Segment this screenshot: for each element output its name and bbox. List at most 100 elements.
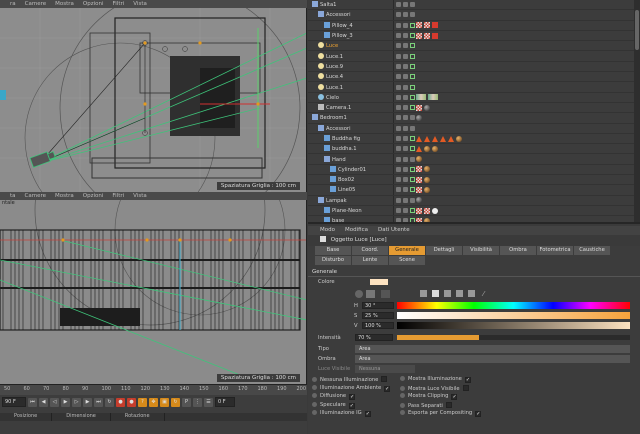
render-dot-icon[interactable] [403, 22, 408, 28]
editor-dot-icon[interactable] [396, 197, 401, 203]
visibility-flags[interactable] [396, 63, 415, 69]
object-row[interactable]: Box02 [308, 175, 640, 186]
record-icon[interactable]: ● [116, 397, 125, 407]
visibility-flags[interactable] [396, 187, 415, 193]
sph-tag-icon[interactable] [424, 186, 430, 193]
timeline-ruler[interactable]: 50 60 70 80 90 100 110 120 130 140 150 160 170 180 190… [0, 385, 307, 395]
tab-fotometrica[interactable]: Fotometrica [537, 246, 573, 255]
object-row[interactable]: Luce.1 [308, 82, 640, 93]
hue-field[interactable]: 30 ° [362, 302, 394, 309]
tab-visibilit[interactable]: Visibilità [463, 246, 499, 255]
coord-tab-rotation[interactable]: Rotazione [111, 413, 165, 421]
tab-caustiche[interactable]: Caustiche [574, 246, 610, 255]
keyframe-dot-icon[interactable] [400, 385, 405, 391]
render-dot-icon[interactable] [403, 12, 408, 18]
intensity-field[interactable]: 70 % [355, 334, 393, 341]
frame-start-field[interactable]: 90 F [2, 397, 26, 407]
image-icon[interactable] [381, 290, 390, 298]
move-key-icon[interactable]: ✥ [149, 397, 158, 407]
object-row[interactable]: Line05 [308, 185, 640, 196]
enable-check-icon[interactable] [410, 2, 415, 8]
value-field[interactable]: 100 % [362, 322, 394, 329]
editor-dot-icon[interactable] [396, 63, 401, 69]
red-tag-icon[interactable] [432, 32, 438, 39]
render-dot-icon[interactable] [403, 33, 408, 39]
play-icon[interactable]: ▶ [61, 397, 70, 407]
object-row[interactable]: Pillow_3 [308, 31, 640, 42]
visibility-flags[interactable] [396, 166, 415, 172]
menu-item[interactable]: Mostra [55, 192, 74, 200]
check-tag-icon[interactable] [416, 104, 422, 111]
enable-check-icon[interactable] [410, 53, 415, 59]
object-row[interactable]: Lampak [308, 196, 640, 206]
editor-dot-icon[interactable] [396, 187, 401, 193]
intensity-slider[interactable] [397, 335, 630, 340]
keyframe-dot-icon[interactable] [400, 410, 405, 415]
prev-key-icon[interactable]: ◀ [39, 397, 48, 407]
menu-item[interactable]: Vista [133, 192, 147, 200]
option-checkbox[interactable]: ✓ [451, 394, 458, 400]
option-checkbox[interactable]: ✓ [384, 385, 391, 392]
object-row[interactable]: Luce.9 [308, 62, 640, 73]
object-row[interactable]: Plane-Neon [308, 206, 640, 217]
visibility-flags[interactable] [396, 2, 415, 8]
render-dot-icon[interactable] [403, 94, 408, 100]
menu-modifica[interactable]: Modifica [345, 226, 368, 235]
enable-check-icon[interactable] [410, 33, 415, 39]
grid-icon[interactable]: ⋮ [193, 397, 202, 407]
tri-tag-icon[interactable] [416, 145, 422, 152]
check-tag-icon[interactable] [416, 186, 422, 193]
option-checkbox[interactable] [462, 384, 469, 391]
check-tag-icon[interactable] [416, 217, 422, 222]
object-row[interactable]: Cielo [308, 93, 640, 103]
color-swatch[interactable] [370, 279, 388, 285]
object-row[interactable]: Camera.1 [308, 103, 640, 114]
sph-tag-icon[interactable] [416, 156, 422, 163]
editor-dot-icon[interactable] [396, 94, 401, 100]
menu-item[interactable]: Opzioni [83, 0, 104, 8]
option-checkbox[interactable] [445, 401, 452, 408]
visibility-flags[interactable] [396, 94, 415, 100]
type-dropdown[interactable]: Area [355, 345, 630, 353]
swatches-icon[interactable] [468, 290, 475, 297]
enable-check-icon[interactable] [410, 43, 415, 49]
menu-item[interactable]: Camere [25, 0, 46, 8]
menu-item[interactable]: ta [10, 192, 16, 200]
enable-check-icon[interactable] [410, 218, 415, 222]
sph-tag-icon[interactable] [424, 176, 430, 183]
enable-check-icon[interactable] [410, 115, 415, 121]
object-row[interactable]: Buddha fig [308, 134, 640, 145]
visibility-flags[interactable] [396, 136, 415, 141]
autokey-icon[interactable]: ● [127, 397, 136, 407]
object-row[interactable]: Accessori [308, 124, 640, 134]
enable-check-icon[interactable] [410, 146, 415, 152]
object-row[interactable]: Salta1 [308, 0, 640, 11]
editor-dot-icon[interactable] [396, 115, 401, 121]
option-checkbox[interactable]: ✓ [475, 411, 482, 417]
enable-check-icon[interactable] [410, 177, 415, 183]
visibility-flags[interactable] [396, 218, 415, 222]
sph-tag-icon[interactable] [424, 217, 430, 222]
editor-dot-icon[interactable] [396, 84, 401, 90]
keyframe-dot-icon[interactable] [312, 377, 317, 382]
visibility-flags[interactable] [396, 84, 415, 90]
tab-scene[interactable]: Scene [389, 256, 425, 265]
render-dot-icon[interactable] [403, 115, 408, 121]
object-row[interactable]: Pillow_4 [308, 21, 640, 31]
hsv-icon[interactable] [432, 290, 439, 297]
kelvin-icon[interactable] [444, 290, 451, 297]
ball-tag-icon[interactable] [416, 197, 422, 204]
enable-check-icon[interactable] [410, 208, 415, 214]
object-scrollbar[interactable] [634, 0, 640, 222]
check-tag-icon[interactable] [416, 207, 422, 214]
render-dot-icon[interactable] [403, 2, 408, 8]
first-frame-icon[interactable]: ⏮ [28, 397, 37, 407]
visibility-flags[interactable] [396, 177, 415, 183]
option-checkbox[interactable]: ✓ [348, 402, 355, 409]
last-frame-icon[interactable]: ⏭ [94, 397, 103, 407]
img-tag-icon[interactable] [416, 94, 426, 101]
shadow-dropdown[interactable]: Area [355, 355, 630, 363]
menu-modo[interactable]: Modo [320, 226, 335, 235]
object-row[interactable]: Hand [308, 154, 640, 165]
enable-check-icon[interactable] [410, 12, 415, 18]
